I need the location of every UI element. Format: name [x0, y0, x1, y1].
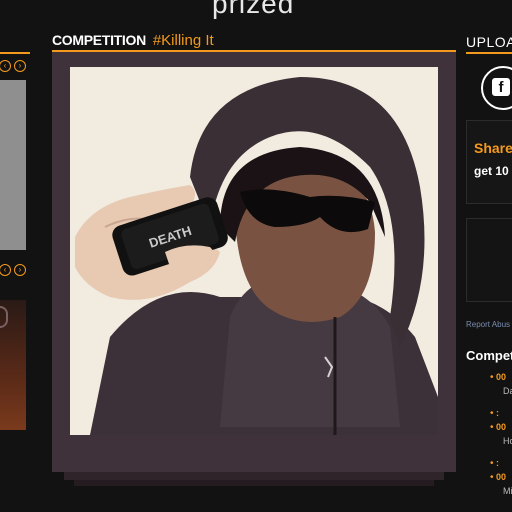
competition-heading: COMPETITION #Killing It: [52, 32, 214, 49]
competitions-title: Compet: [466, 348, 512, 363]
entry-photo[interactable]: DEATH: [70, 67, 438, 435]
frame-shadow-2: [74, 480, 434, 486]
prev-arrow-icon[interactable]: ‹: [0, 60, 11, 72]
bullet-icon: •: [490, 458, 494, 469]
left-divider: [0, 52, 30, 54]
competition-item[interactable]: • 00: [490, 422, 506, 433]
competition-item[interactable]: • :: [490, 458, 499, 469]
ad-box: [466, 218, 512, 302]
hooded-figure-illustration: DEATH: [70, 67, 438, 435]
countdown: :: [496, 458, 500, 468]
competition-item[interactable]: • 00: [490, 372, 506, 383]
competition-item[interactable]: • 00: [490, 472, 506, 483]
frame-shadow: [64, 472, 444, 480]
countdown: 00: [496, 422, 507, 432]
bullet-icon: •: [490, 472, 494, 483]
share-subtitle: get 10: [474, 164, 509, 178]
share-promo-box[interactable]: [466, 120, 512, 204]
competition-item[interactable]: • :: [490, 408, 499, 419]
facebook-icon: f: [492, 78, 510, 96]
competition-tag[interactable]: #Killing It: [153, 32, 214, 49]
competition-name[interactable]: Ho: [503, 436, 512, 446]
bullet-icon: •: [490, 372, 494, 383]
share-title: Share: [474, 140, 512, 156]
prized-logo[interactable]: prized: [212, 0, 294, 20]
countdown: 00: [496, 372, 507, 382]
left-thumbnail[interactable]: [0, 80, 26, 250]
competition-name[interactable]: Mi: [503, 486, 512, 496]
next-arrow-icon[interactable]: ›: [14, 60, 26, 72]
upload-heading[interactable]: UPLOA: [466, 34, 512, 50]
competition-label: COMPETITION: [52, 32, 146, 48]
countdown: :: [496, 408, 500, 418]
next-arrow-icon-2[interactable]: ›: [14, 264, 26, 276]
right-divider: [466, 52, 512, 54]
prev-arrow-icon-2[interactable]: ‹: [0, 264, 11, 276]
report-abuse-link[interactable]: Report Abus: [466, 320, 510, 329]
bullet-icon: •: [490, 422, 494, 433]
bullet-icon: •: [490, 408, 494, 419]
countdown: 00: [496, 472, 507, 482]
competition-name[interactable]: Da: [503, 386, 512, 396]
facebook-button[interactable]: f: [481, 66, 512, 110]
left-column: ‹ › ‹ ›: [0, 52, 30, 512]
